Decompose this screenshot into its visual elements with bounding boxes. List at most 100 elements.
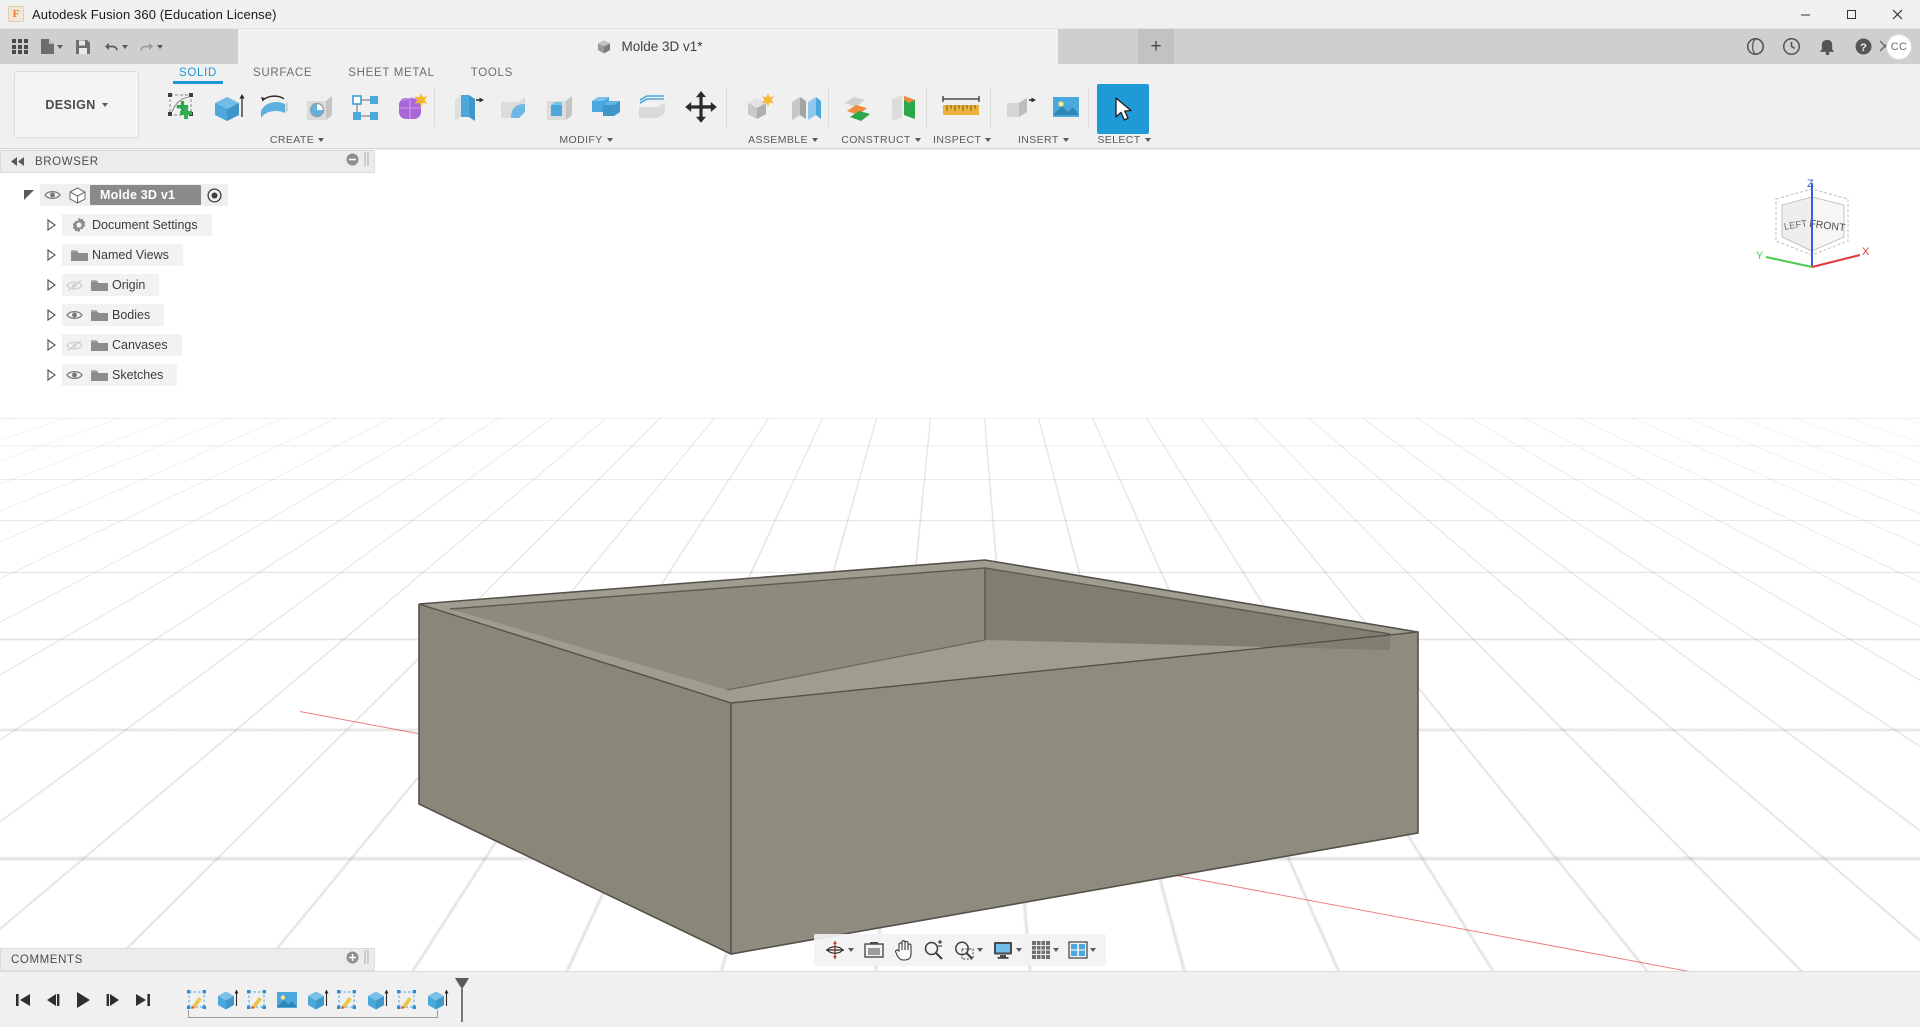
hand-icon	[894, 939, 914, 961]
view-cube[interactable]: LEFT FRONT Z X Y	[1752, 175, 1872, 285]
timeline-play[interactable]	[70, 987, 96, 1013]
app-grid-button[interactable]	[6, 33, 34, 61]
tab-tools[interactable]: TOOLS	[453, 64, 531, 81]
comments-resize-handle[interactable]	[363, 949, 370, 970]
form-tool[interactable]	[389, 84, 435, 130]
zoom-tool[interactable]	[919, 937, 948, 963]
browser-item-sketches[interactable]: Sketches	[0, 360, 380, 390]
hole-tool[interactable]	[297, 84, 343, 130]
timeline-feature-extrude[interactable]	[212, 983, 242, 1017]
document-tab[interactable]: Molde 3D v1*	[238, 29, 1058, 64]
tab-surface[interactable]: SURFACE	[235, 64, 330, 81]
ribbon-group-select-label[interactable]: SELECT	[1097, 134, 1150, 149]
timeline-feature-sketch[interactable]	[182, 983, 212, 1017]
combine-tool[interactable]	[583, 84, 629, 130]
look-at-tool[interactable]	[859, 937, 889, 963]
expand-arrow-icon[interactable]	[40, 369, 62, 381]
rectangular-pattern-tool[interactable]	[343, 84, 389, 130]
move-copy-tool[interactable]	[675, 84, 727, 130]
offset-plane-tool[interactable]	[835, 84, 881, 130]
browser-resize-handle[interactable]	[363, 151, 370, 172]
insert-canvas-tool[interactable]	[1043, 84, 1089, 130]
browser-item-document-settings[interactable]: Document Settings	[0, 210, 380, 240]
undo-button[interactable]	[99, 33, 132, 61]
fillet-tool[interactable]	[491, 84, 537, 130]
close-button[interactable]	[1874, 0, 1920, 29]
comments-header[interactable]: COMMENTS	[0, 948, 375, 971]
data-panel-icon[interactable]	[1742, 34, 1768, 60]
browser-minimize-icon[interactable]	[346, 153, 359, 171]
timeline-feature-canvas[interactable]	[272, 983, 302, 1017]
ribbon-group-inspect-label[interactable]: INSPECT	[933, 134, 991, 149]
minimize-button[interactable]	[1782, 0, 1828, 29]
new-document-button[interactable]	[36, 33, 67, 61]
workspace-selector[interactable]: DESIGN	[14, 71, 139, 138]
timeline-feature-sketch[interactable]	[392, 983, 422, 1017]
expand-arrow-icon[interactable]	[40, 249, 62, 261]
pan-tool[interactable]	[890, 937, 918, 963]
visibility-eye-icon[interactable]	[40, 189, 64, 201]
avatar[interactable]: CC	[1886, 34, 1912, 60]
component-activate-radio[interactable]	[207, 188, 222, 203]
timeline-feature-extrude[interactable]	[362, 983, 392, 1017]
display-settings-tool[interactable]	[988, 937, 1026, 963]
ribbon-group-modify-label[interactable]: MODIFY	[445, 134, 727, 149]
browser-item-canvases[interactable]: Canvases	[0, 330, 380, 360]
tab-solid[interactable]: SOLID	[161, 64, 235, 81]
select-tool[interactable]	[1097, 84, 1149, 134]
browser-collapse-icon[interactable]	[11, 153, 25, 171]
redo-button[interactable]	[134, 33, 167, 61]
revolve-tool[interactable]	[251, 84, 297, 130]
browser-root-row[interactable]: Molde 3D v1	[0, 180, 380, 210]
help-icon[interactable]: ?	[1850, 34, 1876, 60]
offset-face-tool[interactable]	[629, 84, 675, 130]
maximize-button[interactable]	[1828, 0, 1874, 29]
tab-sheet-metal[interactable]: SHEET METAL	[330, 64, 453, 81]
history-clock-icon[interactable]	[1778, 34, 1804, 60]
expand-arrow-icon[interactable]	[40, 339, 62, 351]
measure-tool[interactable]	[933, 84, 989, 130]
create-sketch-tool[interactable]	[159, 84, 205, 130]
orbit-tool[interactable]	[820, 937, 858, 963]
ribbon-group-insert-label[interactable]: INSERT	[997, 134, 1089, 149]
notifications-bell-icon[interactable]	[1814, 34, 1840, 60]
timeline-feature-extrude[interactable]	[302, 983, 332, 1017]
zoom-window-tool[interactable]	[949, 937, 987, 963]
new-component-tool[interactable]	[737, 84, 783, 130]
browser-item-origin[interactable]: Origin	[0, 270, 380, 300]
expand-arrow-icon[interactable]	[40, 279, 62, 291]
visibility-eye-icon[interactable]	[62, 369, 86, 381]
extrude-tool[interactable]	[205, 84, 251, 130]
timeline-step-back[interactable]	[40, 987, 66, 1013]
browser-item-named-views[interactable]: Named Views	[0, 240, 380, 270]
visibility-eye-off-icon[interactable]	[62, 339, 86, 352]
timeline-step-forward[interactable]	[100, 987, 126, 1013]
chevron-down-icon	[1053, 948, 1059, 952]
press-pull-tool[interactable]	[445, 84, 491, 130]
expand-arrow-icon[interactable]	[40, 309, 62, 321]
save-button[interactable]	[69, 33, 97, 61]
grid-snaps-tool[interactable]	[1027, 937, 1063, 963]
tab-solid-label: SOLID	[179, 67, 217, 79]
joint-tool[interactable]	[783, 84, 829, 130]
visibility-eye-off-icon[interactable]	[62, 279, 86, 292]
comments-add-icon[interactable]	[346, 951, 359, 969]
new-document-tab-button[interactable]: +	[1138, 29, 1174, 64]
timeline-go-start[interactable]	[10, 987, 36, 1013]
plane-at-angle-tool[interactable]	[881, 84, 927, 130]
browser-item-bodies[interactable]: Bodies	[0, 300, 380, 330]
shell-tool[interactable]	[537, 84, 583, 130]
timeline-end-marker[interactable]	[452, 978, 472, 1022]
expand-arrow-icon[interactable]	[40, 219, 62, 231]
timeline-feature-sketch[interactable]	[242, 983, 272, 1017]
expand-arrow-icon[interactable]	[18, 189, 40, 201]
timeline-feature-sketch[interactable]	[332, 983, 362, 1017]
insert-derive-tool[interactable]	[997, 84, 1043, 130]
timeline-feature-extrude[interactable]	[422, 983, 452, 1017]
timeline-go-end[interactable]	[130, 987, 156, 1013]
viewports-tool[interactable]	[1064, 937, 1100, 963]
ribbon-group-construct-label[interactable]: CONSTRUCT	[835, 134, 927, 149]
ribbon-group-assemble-label[interactable]: ASSEMBLE	[737, 134, 829, 149]
ribbon-group-create-label[interactable]: CREATE	[159, 134, 435, 149]
visibility-eye-icon[interactable]	[62, 309, 86, 321]
